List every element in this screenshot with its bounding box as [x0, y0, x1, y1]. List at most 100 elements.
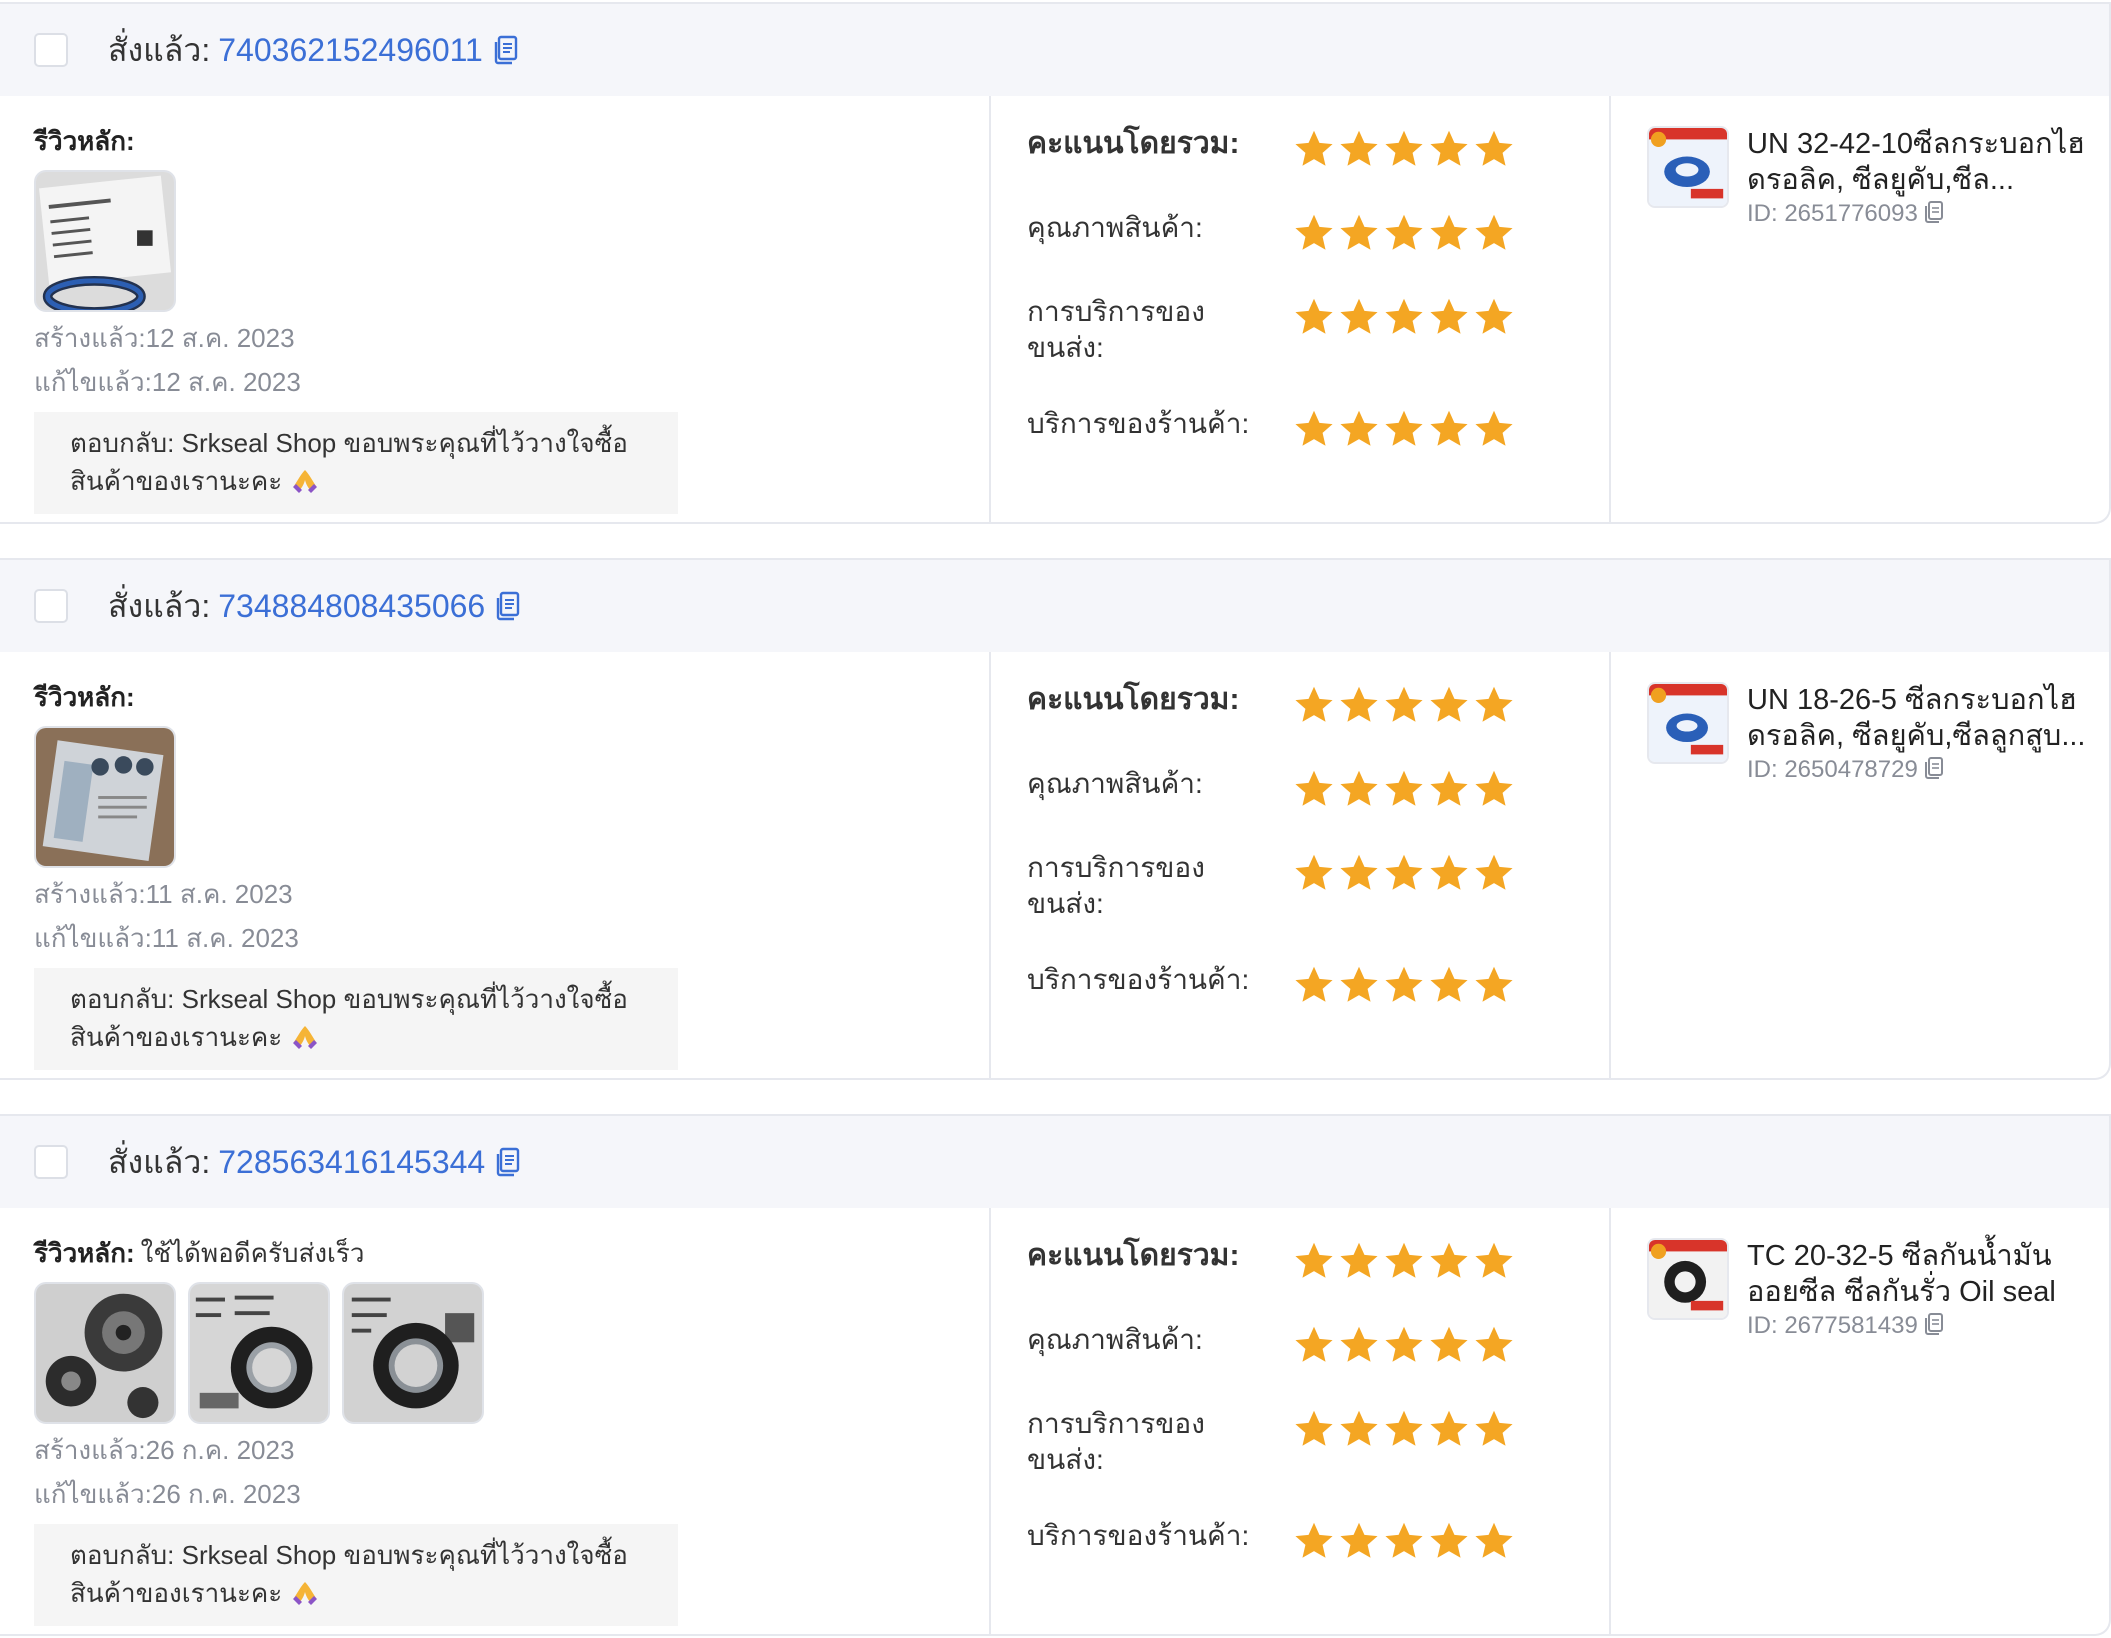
product-id-text: ID: 2651776093	[1747, 200, 1918, 227]
copy-icon[interactable]	[493, 35, 519, 65]
star-icon	[1385, 854, 1423, 890]
star-icon	[1475, 214, 1513, 250]
star-icon	[1430, 298, 1468, 334]
star-icon	[1430, 410, 1468, 446]
product-thumbnail[interactable]	[1647, 682, 1729, 764]
product-thumbnail[interactable]	[1647, 126, 1729, 208]
star-icon	[1475, 854, 1513, 890]
review-photo[interactable]	[34, 1282, 176, 1424]
star-icon	[1430, 1410, 1468, 1446]
ordered-label: สั่งแล้ว:	[108, 587, 211, 624]
product-title[interactable]: UN 32-42-10ซีลกระบอกไฮดรอลิค, ซีลยูคับ,ซ…	[1747, 126, 2107, 198]
rating-overall-label: คะแนนโดยรวม:	[1027, 683, 1240, 716]
product-thumbnail[interactable]	[1647, 1238, 1729, 1320]
rating-quality-label: คุณภาพสินค้า:	[1027, 1324, 1203, 1355]
shop-reply-text: ตอบกลับ: Srkseal Shop ขอบพระคุณที่ไว้วาง…	[70, 1540, 628, 1608]
star-icon	[1475, 298, 1513, 334]
star-icon	[1340, 214, 1378, 250]
star-icon	[1430, 966, 1468, 1002]
star-icon	[1340, 1326, 1378, 1362]
order-header: สั่งแล้ว: 728563416145344	[0, 1116, 2109, 1208]
product-id-text: ID: 2650478729	[1747, 756, 1918, 783]
product-column: UN 32-42-10ซีลกระบอกไฮดรอลิค, ซีลยูคับ,ซ…	[1611, 96, 2109, 522]
product-id: ID: 2650478729	[1747, 756, 2107, 784]
review-photo[interactable]	[34, 726, 176, 868]
star-rating	[1293, 1322, 1515, 1366]
copy-icon[interactable]	[495, 1147, 521, 1177]
rating-shop-service: บริการของร้านค้า:	[1027, 962, 1609, 1046]
star-icon	[1295, 966, 1333, 1002]
shop-reply: ตอบกลับ: Srkseal Shop ขอบพระคุณที่ไว้วาง…	[34, 1524, 678, 1626]
product-title[interactable]: TC 20-32-5 ซีลกันน้ำมัน ออยซีล ซีลกันรั่…	[1747, 1238, 2107, 1310]
star-icon	[1385, 410, 1423, 446]
rating-quality-label: คุณภาพสินค้า:	[1027, 768, 1203, 799]
rating-overall: คะแนนโดยรวม:	[1027, 126, 1609, 210]
star-icon	[1475, 1242, 1513, 1278]
product-info: UN 32-42-10ซีลกระบอกไฮดรอลิค, ซีลยูคับ,ซ…	[1747, 126, 2107, 522]
rating-shop-service: บริการของร้านค้า:	[1027, 1518, 1609, 1602]
star-rating	[1293, 1518, 1515, 1562]
rating-overall: คะแนนโดยรวม:	[1027, 682, 1609, 766]
star-icon	[1385, 1242, 1423, 1278]
ordered-label: สั่งแล้ว:	[108, 31, 211, 68]
review-column: รีวิวหลัก: สร้างแล้ว:12 ส.ค. 2023 แก้ไขแ…	[0, 96, 991, 522]
rating-quality: คุณภาพสินค้า:	[1027, 210, 1609, 294]
rating-overall-label: คะแนนโดยรวม:	[1027, 1239, 1240, 1272]
star-icon	[1475, 686, 1513, 722]
star-icon	[1475, 130, 1513, 166]
select-checkbox[interactable]	[34, 1145, 68, 1179]
star-icon	[1475, 966, 1513, 1002]
star-rating	[1293, 294, 1515, 338]
edited-date: แก้ไขแล้ว:11 ส.ค. 2023	[34, 923, 299, 953]
star-icon	[1475, 410, 1513, 446]
shop-reply: ตอบกลับ: Srkseal Shop ขอบพระคุณที่ไว้วาง…	[34, 968, 678, 1070]
product-column: TC 20-32-5 ซีลกันน้ำมัน ออยซีล ซีลกันรั่…	[1611, 1208, 2109, 1634]
star-icon	[1430, 214, 1468, 250]
order-id-link[interactable]: 728563416145344	[218, 1144, 485, 1181]
copy-icon[interactable]	[1924, 1312, 1944, 1336]
star-rating	[1293, 210, 1515, 254]
star-rating	[1293, 766, 1515, 810]
product-title[interactable]: UN 18-26-5 ซีลกระบอกไฮดรอลิค, ซีลยูคับ,ซ…	[1747, 682, 2107, 754]
star-icon	[1340, 854, 1378, 890]
main-review: รีวิวหลัก: ใช้ได้พอดีครับส่งเร็ว	[34, 1236, 989, 1270]
select-checkbox[interactable]	[34, 33, 68, 67]
shop-reply-text: ตอบกลับ: Srkseal Shop ขอบพระคุณที่ไว้วาง…	[70, 428, 628, 496]
star-icon	[1475, 770, 1513, 806]
star-rating	[1293, 1238, 1515, 1282]
rating-column: คะแนนโดยรวม: คุณภาพสินค้า: การบริการของข…	[991, 96, 1611, 522]
star-icon	[1430, 770, 1468, 806]
select-checkbox[interactable]	[34, 589, 68, 623]
order-id-link[interactable]: 740362152496011	[218, 32, 483, 69]
review-photos	[34, 1282, 989, 1424]
star-icon	[1295, 1522, 1333, 1558]
rating-shop-service-label: บริการของร้านค้า:	[1027, 1520, 1250, 1551]
star-icon	[1385, 770, 1423, 806]
review-photo[interactable]	[342, 1282, 484, 1424]
rating-shipping-label: การบริการของขนส่ง:	[1027, 296, 1205, 363]
rating-shop-service-label: บริการของร้านค้า:	[1027, 964, 1250, 995]
rating-quality: คุณภาพสินค้า:	[1027, 766, 1609, 850]
edited-date: แก้ไขแล้ว:26 ก.ค. 2023	[34, 1479, 301, 1509]
review-photo[interactable]	[34, 170, 176, 312]
star-rating	[1293, 850, 1515, 894]
star-icon	[1475, 1522, 1513, 1558]
star-icon	[1295, 130, 1333, 166]
copy-icon[interactable]	[495, 591, 521, 621]
review-photo[interactable]	[188, 1282, 330, 1424]
star-icon	[1295, 1326, 1333, 1362]
product-id-text: ID: 2677581439	[1747, 1312, 1918, 1339]
created-date: สร้างแล้ว:26 ก.ค. 2023	[34, 1435, 295, 1465]
rating-shipping: การบริการของขนส่ง:	[1027, 1406, 1609, 1518]
star-icon	[1385, 1326, 1423, 1362]
order-body: รีวิวหลัก: สร้างแล้ว:12 ส.ค. 2023 แก้ไขแ…	[0, 96, 2109, 522]
rating-shop-service-label: บริการของร้านค้า:	[1027, 408, 1250, 439]
folded-hands-icon	[290, 1022, 320, 1050]
star-icon	[1430, 1522, 1468, 1558]
star-rating	[1293, 962, 1515, 1006]
copy-icon[interactable]	[1924, 200, 1944, 224]
star-icon	[1385, 214, 1423, 250]
order-id-link[interactable]: 734884808435066	[218, 588, 485, 625]
copy-icon[interactable]	[1924, 756, 1944, 780]
star-icon	[1430, 854, 1468, 890]
